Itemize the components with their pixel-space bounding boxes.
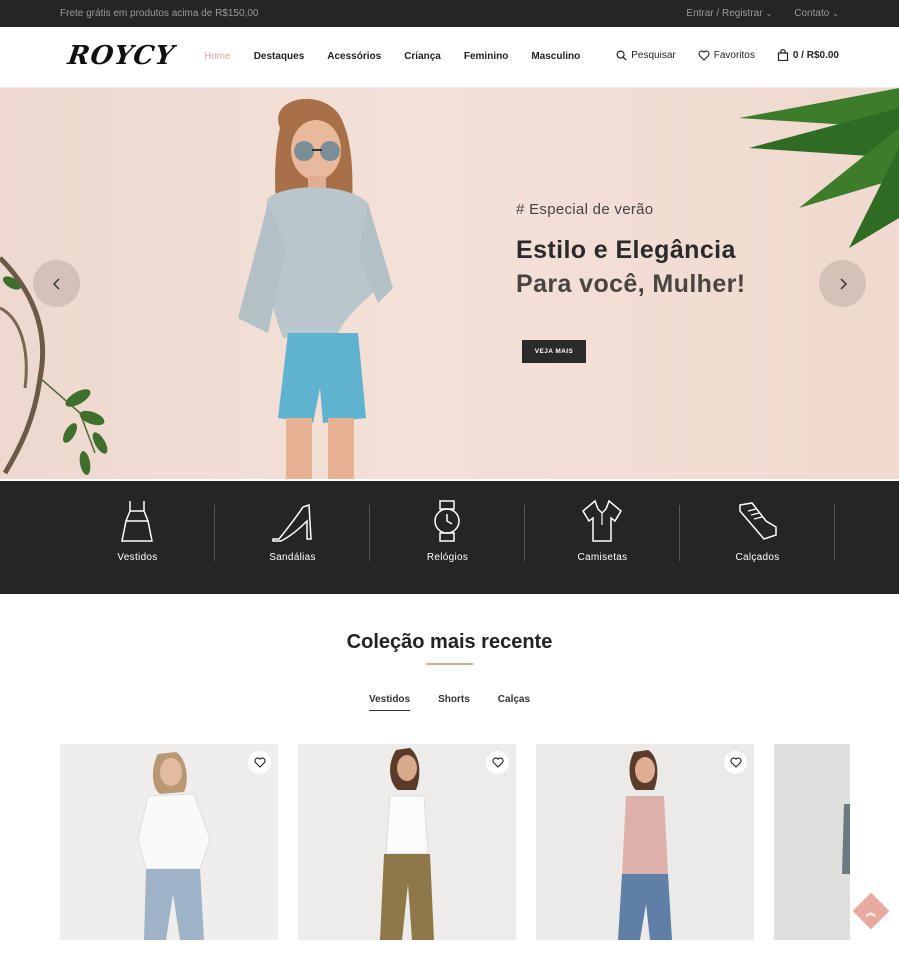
product-image (536, 744, 754, 940)
main-nav: Home Destaques Acessórios Criança Femini… (204, 51, 603, 62)
top-bar: Frete grátis em produtos acima de R$150,… (0, 0, 899, 27)
product-image (298, 744, 516, 940)
hero-tagline: # Especial de verão (516, 201, 654, 218)
nav-item-crianca[interactable]: Criança (404, 51, 441, 62)
search-icon (616, 50, 627, 61)
chevron-down-icon: ⌄ (832, 9, 839, 18)
product-image (774, 744, 850, 940)
site-logo[interactable]: ROYCY (66, 41, 177, 71)
nav-item-destaques[interactable]: Destaques (254, 51, 305, 62)
shopping-bag-icon (777, 49, 788, 61)
category-calcados[interactable]: Calçados (680, 481, 835, 594)
category-bar: Vestidos Sandálias Relógios Camisetas Ca… (0, 481, 899, 594)
hero-model-image (238, 98, 393, 479)
chevron-down-icon: ⌄ (765, 9, 773, 18)
collection-title: Coleção mais recente (346, 631, 553, 653)
product-card[interactable] (60, 744, 278, 940)
add-to-favorites-button[interactable] (724, 751, 747, 774)
nav-item-feminino[interactable]: Feminino (464, 51, 508, 62)
hero-slider: # Especial de verão Estilo e Elegância P… (0, 88, 899, 479)
login-register-link[interactable]: Entrar / Registrar ⌄ (686, 8, 772, 19)
chevron-right-icon (839, 277, 847, 290)
top-bar-links: Entrar / Registrar ⌄ Contato ⌄ (686, 8, 839, 19)
free-shipping-notice: Frete grátis em produtos acima de R$150,… (60, 8, 259, 19)
nav-item-acessorios[interactable]: Acessórios (327, 51, 381, 62)
category-relogios[interactable]: Relógios (370, 481, 525, 594)
hero-title: Estilo e Elegância (516, 236, 736, 264)
hero-subtitle: Para você, Mulher! (516, 270, 746, 298)
heart-icon (698, 50, 710, 61)
nav-item-home[interactable]: Home (204, 51, 231, 62)
palm-leaf-decoration (739, 88, 899, 248)
collection-tabs: Vestidos Shorts Calças (0, 694, 899, 711)
product-card[interactable] (774, 744, 850, 940)
favorites-button[interactable]: Favoritos (698, 50, 755, 61)
dress-icon (121, 501, 153, 542)
chevron-left-icon (52, 277, 60, 290)
site-header: ROYCY Home Destaques Acessórios Criança … (0, 27, 899, 88)
tab-calcas[interactable]: Calças (498, 694, 530, 711)
category-sandalias[interactable]: Sandálias (215, 481, 370, 594)
product-carousel (60, 744, 850, 940)
add-to-favorites-button[interactable] (248, 751, 271, 774)
slider-prev-button[interactable] (33, 260, 80, 307)
divider (834, 505, 835, 561)
heart-icon (491, 757, 504, 768)
back-to-top-button[interactable]: ︽ (852, 892, 890, 930)
slider-next-button[interactable] (819, 260, 866, 307)
tab-shorts[interactable]: Shorts (438, 694, 470, 711)
tab-vestidos[interactable]: Vestidos (368, 694, 411, 711)
heel-icon (272, 503, 312, 542)
add-to-favorites-button[interactable] (486, 751, 509, 774)
shirt-icon (582, 499, 622, 542)
sneaker-icon (739, 502, 777, 540)
double-chevron-up-icon: ︽ (866, 907, 876, 919)
cart-button[interactable]: 0 / R$0.00 (777, 49, 839, 61)
see-more-button[interactable]: VEJA MAIS (522, 340, 586, 363)
product-card[interactable] (298, 744, 516, 940)
product-card[interactable] (536, 744, 754, 940)
category-camisetas[interactable]: Camisetas (525, 481, 680, 594)
heart-icon (729, 757, 742, 768)
header-tools: Pesquisar Favoritos 0 / R$0.00 (616, 49, 839, 61)
product-image (60, 744, 278, 940)
category-vestidos[interactable]: Vestidos (60, 481, 215, 594)
search-button[interactable]: Pesquisar (616, 50, 676, 61)
heart-icon (253, 757, 266, 768)
contact-link[interactable]: Contato ⌄ (794, 8, 839, 19)
title-underline (426, 663, 473, 665)
nav-item-masculino[interactable]: Masculino (531, 51, 580, 62)
watch-icon (434, 500, 460, 542)
